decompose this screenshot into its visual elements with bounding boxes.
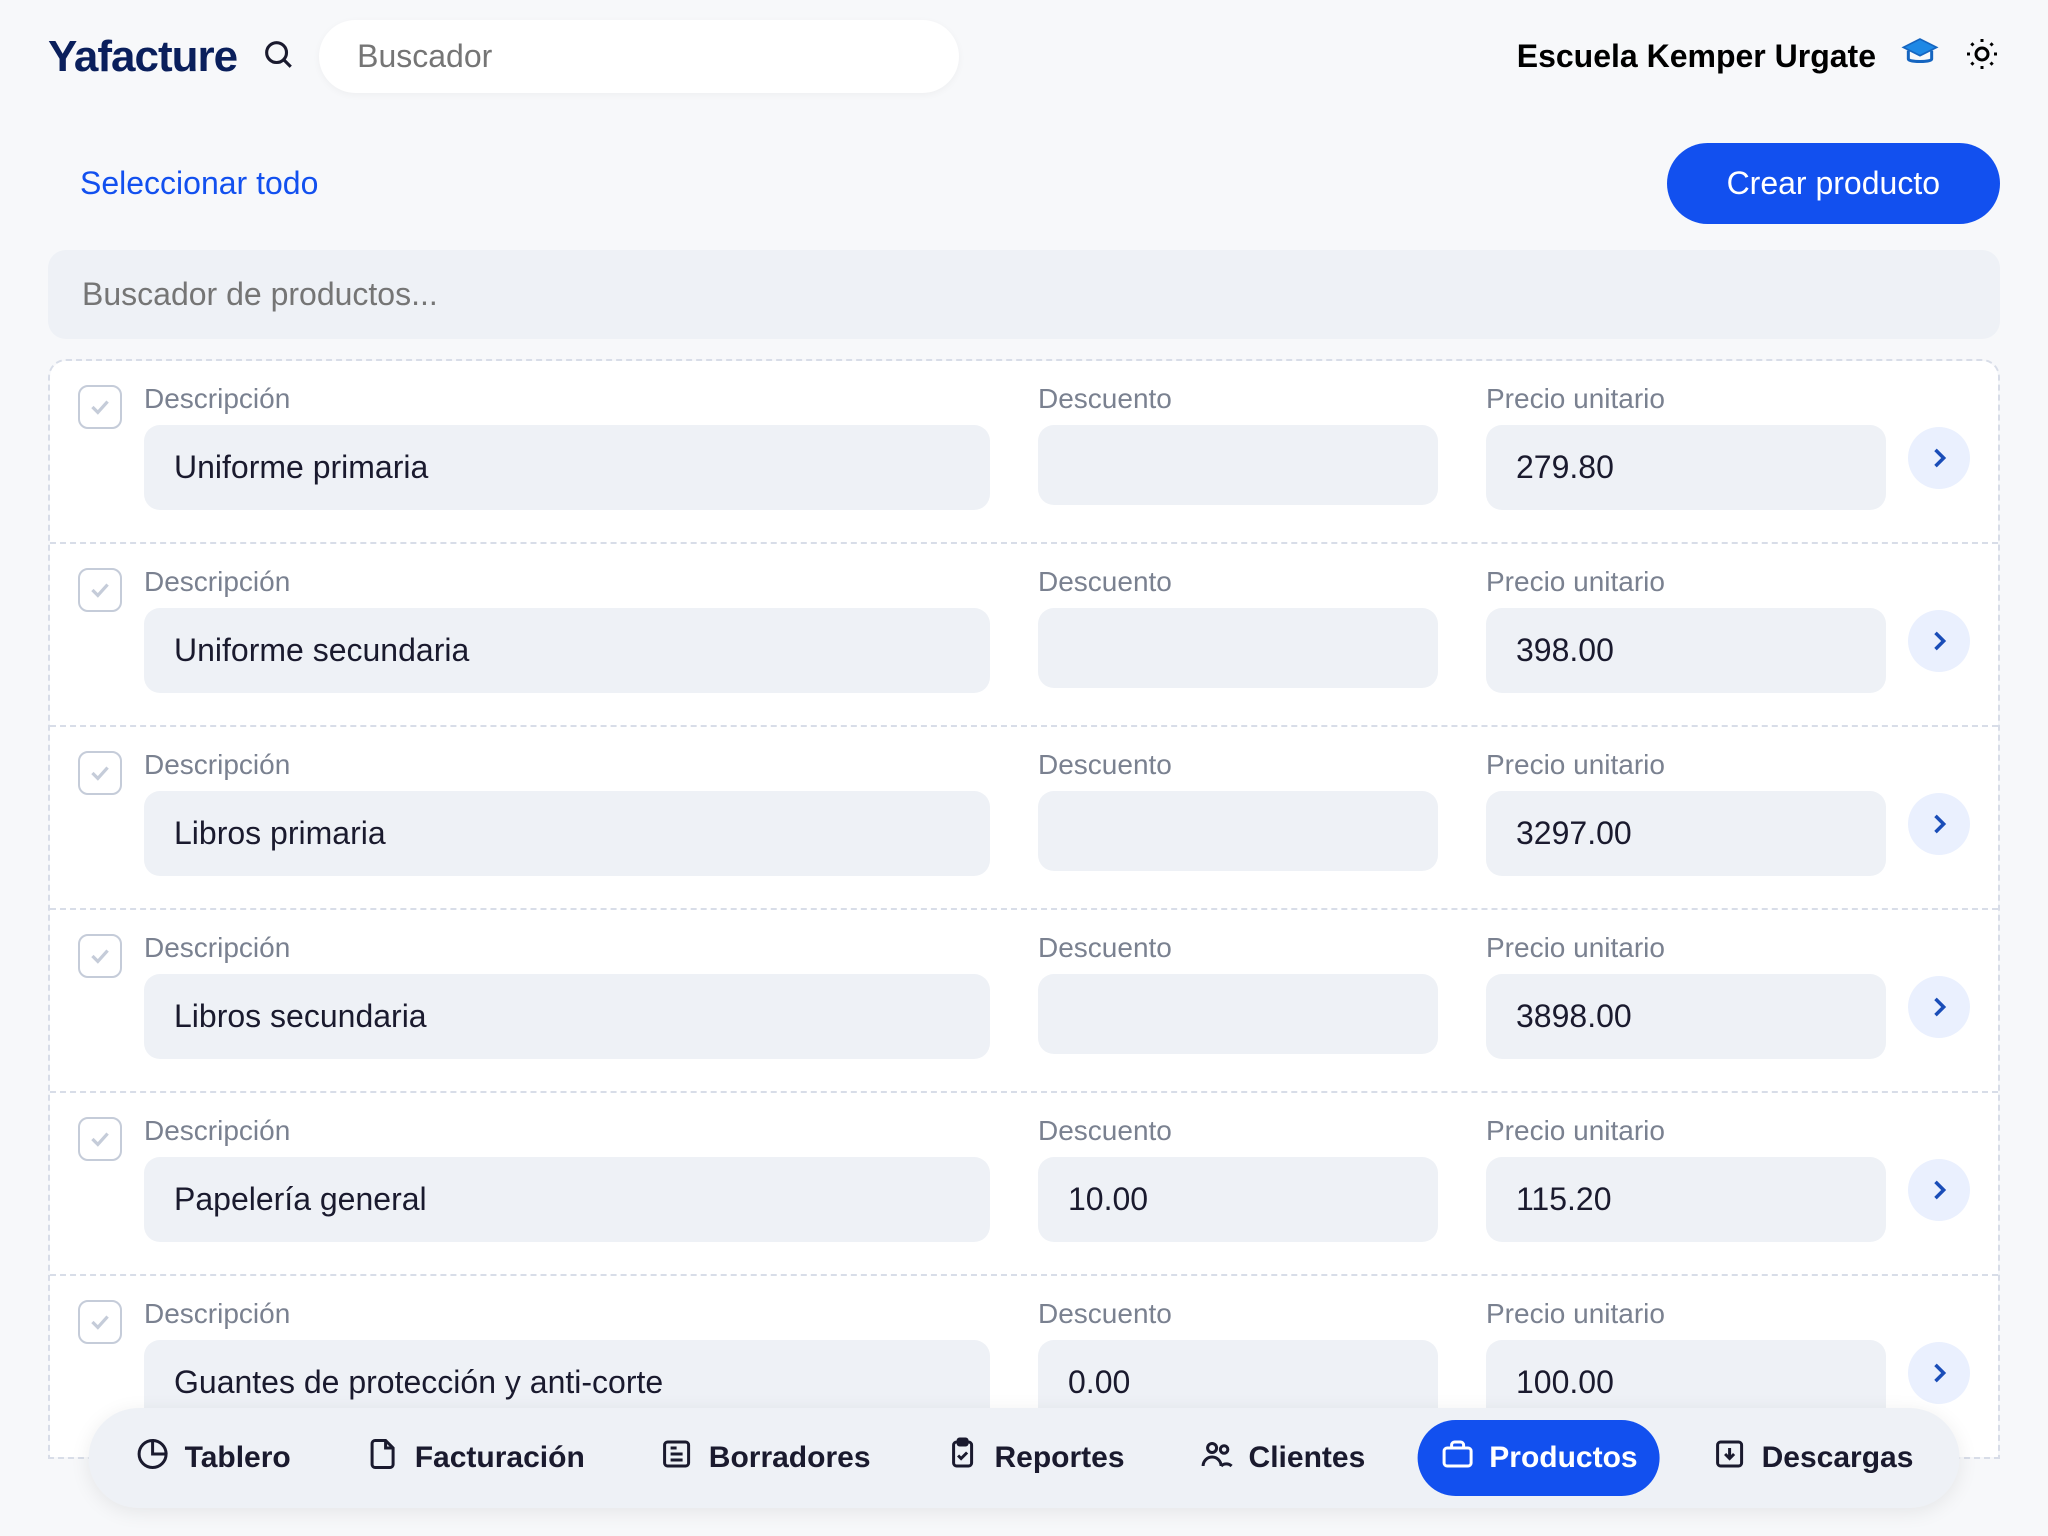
row-expand-button[interactable] xyxy=(1908,610,1970,672)
nav-label: Borradores xyxy=(709,1441,871,1475)
product-row: Descripción Uniforme secundaria Descuent… xyxy=(50,544,1998,727)
row-checkbox[interactable] xyxy=(78,934,122,978)
product-search[interactable] xyxy=(48,250,2000,339)
description-value[interactable]: Libros secundaria xyxy=(144,974,990,1059)
description-value[interactable]: Uniforme secundaria xyxy=(144,608,990,693)
nav-label: Tablero xyxy=(185,1441,291,1475)
unit-price-label: Precio unitario xyxy=(1486,1298,1886,1330)
product-row: Descripción Uniforme primaria Descuento … xyxy=(50,361,1998,544)
nav-label: Productos xyxy=(1489,1441,1637,1475)
clipboard-icon xyxy=(945,1436,981,1480)
nav-label: Facturación xyxy=(415,1441,585,1475)
global-search[interactable] xyxy=(319,20,959,93)
unit-price-label: Precio unitario xyxy=(1486,383,1886,415)
unit-price-label: Precio unitario xyxy=(1486,1115,1886,1147)
unit-price-label: Precio unitario xyxy=(1486,749,1886,781)
bottom-nav: Tablero Facturación Borradores Reportes … xyxy=(89,1408,1960,1508)
pie-chart-icon xyxy=(135,1436,171,1480)
row-checkbox[interactable] xyxy=(78,568,122,612)
nav-label: Descargas xyxy=(1762,1441,1914,1475)
row-checkbox[interactable] xyxy=(78,385,122,429)
row-expand-button[interactable] xyxy=(1908,1342,1970,1404)
discount-label: Descuento xyxy=(1038,383,1438,415)
unit-price-label: Precio unitario xyxy=(1486,566,1886,598)
nav-label: Reportes xyxy=(995,1441,1125,1475)
download-icon xyxy=(1712,1436,1748,1480)
product-row: Descripción Libros primaria Descuento Pr… xyxy=(50,727,1998,910)
org-name: Escuela Kemper Urgate xyxy=(1517,38,1876,75)
product-row: Descripción Libros secundaria Descuento … xyxy=(50,910,1998,1093)
row-expand-button[interactable] xyxy=(1908,793,1970,855)
nav-drafts[interactable]: Borradores xyxy=(637,1420,893,1496)
unit-price-label: Precio unitario xyxy=(1486,932,1886,964)
logo: Yafacture xyxy=(48,32,237,82)
nav-invoicing[interactable]: Facturación xyxy=(343,1420,607,1496)
description-label: Descripción xyxy=(144,566,990,598)
description-label: Descripción xyxy=(144,1298,990,1330)
discount-value[interactable] xyxy=(1038,608,1438,688)
discount-label: Descuento xyxy=(1038,1115,1438,1147)
row-checkbox[interactable] xyxy=(78,751,122,795)
nav-label: Clientes xyxy=(1249,1441,1366,1475)
briefcase-icon xyxy=(1439,1436,1475,1480)
discount-label: Descuento xyxy=(1038,566,1438,598)
description-label: Descripción xyxy=(144,932,990,964)
select-all-link[interactable]: Seleccionar todo xyxy=(80,165,318,202)
nav-dashboard[interactable]: Tablero xyxy=(113,1420,313,1496)
product-search-input[interactable] xyxy=(82,276,1966,313)
discount-label: Descuento xyxy=(1038,1298,1438,1330)
unit-price-value[interactable]: 115.20 xyxy=(1486,1157,1886,1242)
sun-icon[interactable] xyxy=(1964,36,2000,77)
row-expand-button[interactable] xyxy=(1908,976,1970,1038)
document-icon xyxy=(365,1436,401,1480)
create-product-button[interactable]: Crear producto xyxy=(1667,143,2000,224)
search-icon[interactable] xyxy=(261,37,295,76)
nav-products[interactable]: Productos xyxy=(1417,1420,1659,1496)
nav-reports[interactable]: Reportes xyxy=(923,1420,1147,1496)
unit-price-value[interactable]: 398.00 xyxy=(1486,608,1886,693)
unit-price-value[interactable]: 3898.00 xyxy=(1486,974,1886,1059)
unit-price-value[interactable]: 279.80 xyxy=(1486,425,1886,510)
discount-label: Descuento xyxy=(1038,932,1438,964)
description-label: Descripción xyxy=(144,383,990,415)
description-label: Descripción xyxy=(144,1115,990,1147)
discount-label: Descuento xyxy=(1038,749,1438,781)
product-row: Descripción Papelería general Descuento … xyxy=(50,1093,1998,1276)
newspaper-icon xyxy=(659,1436,695,1480)
row-expand-button[interactable] xyxy=(1908,1159,1970,1221)
row-checkbox[interactable] xyxy=(78,1117,122,1161)
nav-downloads[interactable]: Descargas xyxy=(1690,1420,1936,1496)
discount-value[interactable] xyxy=(1038,425,1438,505)
row-checkbox[interactable] xyxy=(78,1300,122,1344)
description-label: Descripción xyxy=(144,749,990,781)
discount-value[interactable] xyxy=(1038,974,1438,1054)
description-value[interactable]: Papelería general xyxy=(144,1157,990,1242)
description-value[interactable]: Libros primaria xyxy=(144,791,990,876)
users-icon xyxy=(1199,1436,1235,1480)
row-expand-button[interactable] xyxy=(1908,427,1970,489)
global-search-input[interactable] xyxy=(357,38,921,75)
unit-price-value[interactable]: 3297.00 xyxy=(1486,791,1886,876)
discount-value[interactable] xyxy=(1038,791,1438,871)
education-icon[interactable] xyxy=(1900,34,1940,79)
discount-value[interactable]: 10.00 xyxy=(1038,1157,1438,1242)
nav-clients[interactable]: Clientes xyxy=(1177,1420,1388,1496)
description-value[interactable]: Uniforme primaria xyxy=(144,425,990,510)
